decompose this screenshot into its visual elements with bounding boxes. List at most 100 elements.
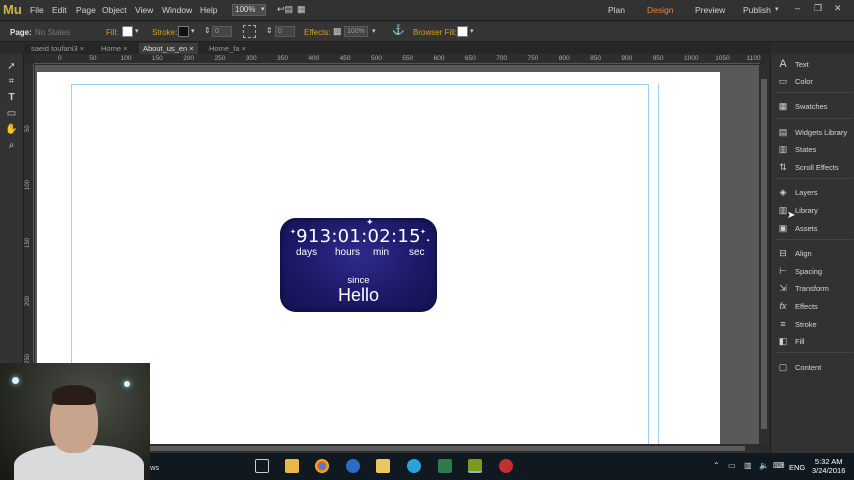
clock[interactable]: 5:32 AM 3/24/2016	[812, 457, 845, 475]
panel-transform[interactable]: ⇲ Transform	[775, 282, 853, 296]
hand-tool-icon[interactable]: ✋	[5, 123, 18, 136]
tab-home[interactable]: Home ×	[97, 43, 131, 54]
browser-fill-swatch[interactable]	[457, 26, 468, 37]
mode-publish[interactable]: Publish	[743, 5, 771, 15]
panel-fill[interactable]: ◧ Fill	[775, 335, 853, 349]
mode-plan[interactable]: Plan	[608, 5, 625, 15]
unit-sec: sec	[409, 247, 425, 258]
ruler-tick-label: 250	[214, 55, 226, 62]
tab-label: Home_fa	[209, 44, 240, 53]
corner-radius-icon[interactable]	[243, 25, 256, 38]
language-indicator[interactable]: ENG	[789, 463, 805, 472]
chevron-down-icon[interactable]: ▾	[775, 5, 779, 13]
search-box-text[interactable]: ws	[150, 463, 159, 472]
states-select[interactable]: No States	[35, 28, 70, 37]
menu-help[interactable]: Help	[200, 5, 217, 15]
menu-bar: Mu File Edit Page Object View Window Hel…	[0, 0, 854, 21]
menu-window[interactable]: Window	[162, 5, 192, 15]
minimize-icon[interactable]: –	[795, 3, 800, 13]
tab-home-fa[interactable]: Home_fa ×	[205, 43, 250, 54]
network-icon[interactable]: ▥	[744, 461, 752, 470]
panel-label: Widgets Library	[795, 128, 848, 137]
stepper-icon[interactable]: ⇕	[204, 26, 211, 35]
divider	[775, 92, 853, 93]
mode-preview[interactable]: Preview	[695, 5, 725, 15]
panel-spacing[interactable]: ⊢ Spacing	[775, 265, 853, 279]
panel-widgets-library[interactable]: ▤ Widgets Library	[775, 126, 853, 140]
rotation-input[interactable]: 0	[275, 26, 295, 37]
globe-icon[interactable]	[346, 459, 360, 473]
panel-effects[interactable]: fx Effects	[775, 300, 853, 314]
close-icon[interactable]: ✕	[834, 3, 842, 14]
countdown-widget[interactable]: ✦ ✦ ✦ ✦ 913:01:02:15 days hours min sec …	[280, 217, 437, 312]
chevron-down-icon[interactable]: ▾	[135, 27, 139, 35]
arrange-icon[interactable]: ↩▤	[277, 4, 293, 15]
effects-icon: fx	[779, 301, 787, 311]
app-icon[interactable]	[438, 459, 452, 473]
grid-view-icon[interactable]: ▦	[297, 4, 306, 15]
keyboard-icon[interactable]: ⌨	[773, 461, 785, 470]
menu-view[interactable]: View	[135, 5, 153, 15]
muse-icon[interactable]	[468, 459, 482, 473]
ceiling-light	[12, 377, 19, 384]
chevron-down-icon[interactable]: ▾	[261, 5, 265, 13]
restore-icon[interactable]: ❐	[814, 3, 822, 14]
menu-object[interactable]: Object	[102, 5, 127, 15]
ceiling-light	[124, 381, 130, 387]
chrome-icon[interactable]	[315, 459, 329, 473]
panel-label: Layers	[795, 188, 818, 197]
panel-stroke[interactable]: ≡ Stroke	[775, 318, 853, 332]
tab-saeid[interactable]: saeid toufani3 ×	[27, 43, 88, 54]
ruler-tick-label: 700	[496, 55, 508, 62]
panel-scroll-effects[interactable]: ⇅ Scroll Effects	[775, 161, 853, 175]
ruler-tick-label: 450	[339, 55, 351, 62]
fill-swatch[interactable]	[122, 26, 133, 37]
rectangle-tool-icon[interactable]: ▭	[5, 107, 18, 120]
stepper-icon[interactable]: ⇕	[266, 26, 273, 35]
color-icon: ▭	[778, 76, 788, 86]
panel-assets[interactable]: ▣ Assets	[775, 222, 853, 236]
ruler-tick-label: 400	[308, 55, 320, 62]
effects-icon[interactable]: ▩	[333, 26, 342, 37]
file-explorer-icon[interactable]	[285, 459, 299, 473]
vertical-scrollbar[interactable]	[759, 65, 769, 444]
menu-file[interactable]: File	[30, 5, 44, 15]
task-view-icon[interactable]	[255, 459, 269, 473]
clock-time: 5:32 AM	[814, 457, 843, 466]
panel-align[interactable]: ⊟ Align	[775, 247, 853, 261]
anchor-icon[interactable]: ⚓	[392, 25, 404, 36]
notes-icon[interactable]	[376, 459, 390, 473]
chevron-down-icon[interactable]: ▾	[372, 27, 376, 35]
menu-page[interactable]: Page	[76, 5, 96, 15]
text-tool-icon[interactable]: T	[5, 91, 18, 104]
recorder-icon[interactable]	[499, 459, 513, 473]
selection-tool-icon[interactable]: ➚	[5, 60, 18, 73]
scroll-thumb[interactable]	[145, 446, 745, 451]
battery-icon[interactable]: ▭	[728, 461, 736, 470]
panel-swatches[interactable]: ▦ Swatches	[775, 100, 853, 114]
panel-layers[interactable]: ◈ Layers	[775, 186, 853, 200]
chevron-down-icon[interactable]: ▾	[191, 27, 195, 35]
zoom-tool-icon[interactable]: ⌕	[5, 139, 18, 152]
tray-chevron-up-icon[interactable]: ⌃	[713, 461, 720, 470]
chevron-down-icon[interactable]: ▾	[470, 27, 474, 35]
ruler-tick-label: 1050	[715, 55, 730, 62]
panel-content[interactable]: ▢ Content	[775, 361, 853, 375]
opacity-input[interactable]: 100%	[344, 26, 368, 37]
telegram-icon[interactable]	[407, 459, 421, 473]
panel-color[interactable]: ▭ Color	[775, 75, 853, 89]
mouse-cursor-icon: ➤	[787, 210, 796, 221]
menu-edit[interactable]: Edit	[52, 5, 67, 15]
volume-icon[interactable]: 🔈	[759, 461, 769, 470]
stroke-swatch[interactable]	[178, 26, 189, 37]
tab-about-us-en[interactable]: About_us_en ×	[139, 43, 198, 54]
stroke-width-input[interactable]: 0	[212, 26, 232, 37]
panel-text[interactable]: A Text	[775, 58, 853, 72]
crop-tool-icon[interactable]: ⌗	[5, 75, 18, 88]
panel-states[interactable]: ▥ States	[775, 143, 853, 157]
align-icon: ⊟	[779, 248, 787, 258]
mode-design[interactable]: Design	[647, 5, 673, 15]
scroll-thumb[interactable]	[761, 79, 767, 429]
panel-label: Stroke	[795, 320, 817, 329]
tab-label: Home	[101, 44, 122, 53]
